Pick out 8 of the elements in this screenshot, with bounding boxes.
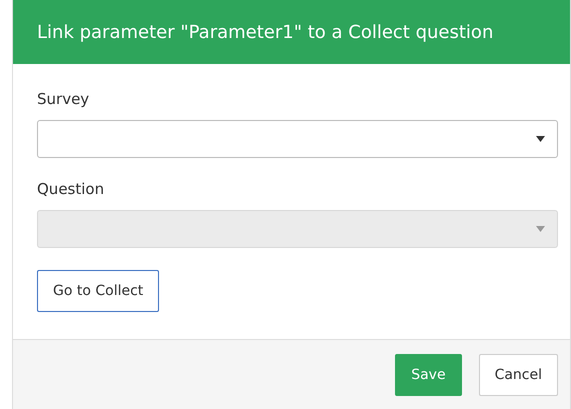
field-label: Question xyxy=(37,180,106,198)
field-label: Survey xyxy=(37,90,90,108)
select-field[interactable] xyxy=(37,120,558,158)
cancel-button[interactable]: Cancel xyxy=(478,354,558,396)
caret-icon xyxy=(536,136,545,142)
caret-icon xyxy=(536,226,545,232)
dialog-title: Link parameter "Parameter1" to a Collect question xyxy=(37,22,494,42)
go-to-collect-button[interactable]: Go to Collect xyxy=(37,270,160,312)
